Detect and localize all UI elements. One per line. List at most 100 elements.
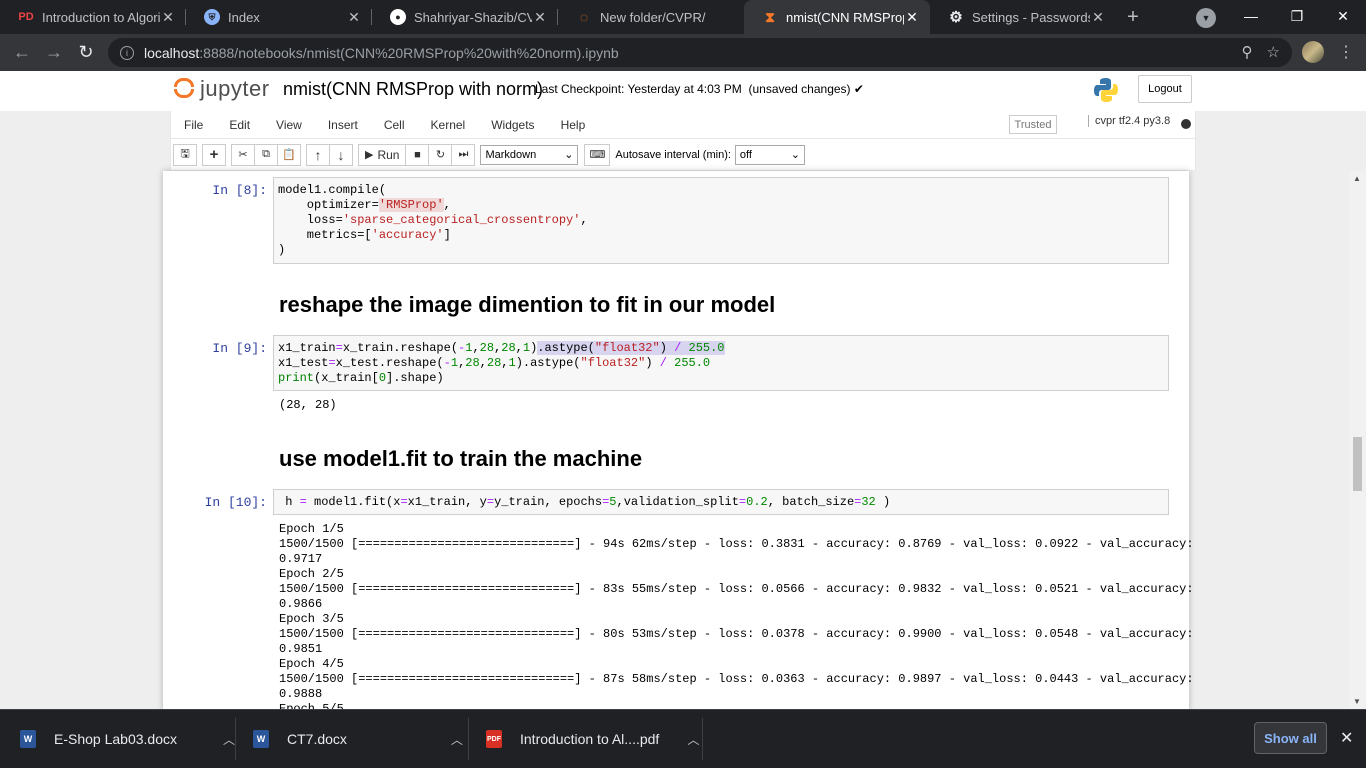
download-item[interactable]: PDF Introduction to Al....pdf ︿ <box>486 710 699 768</box>
restore-icon[interactable]: ❐ <box>1274 0 1320 32</box>
code-cell-10[interactable]: h = model1.fit(x=x1_train, y=y_train, ep… <box>273 489 1169 515</box>
download-item[interactable]: W E-Shop Lab03.docx ︿ <box>20 710 235 768</box>
scroll-up-icon[interactable]: ▲ <box>1353 174 1361 183</box>
tab-index[interactable]: ⛨ Index ✕ <box>186 0 372 34</box>
jupyter-logo[interactable]: jupyter <box>174 76 270 102</box>
chevron-up-icon[interactable]: ︿ <box>223 731 235 748</box>
markdown-heading[interactable]: use model1.fit to train the machine <box>279 446 642 472</box>
save-icon[interactable]: 🖫 <box>173 143 197 166</box>
notebook-menubar: File Edit View Insert Cell Kernel Widget… <box>170 111 1196 139</box>
close-icon[interactable]: ✕ <box>1090 9 1106 26</box>
autosave-select[interactable]: off ⌄ <box>734 144 805 165</box>
close-icon[interactable]: ✕ <box>532 9 548 26</box>
menu-widgets[interactable]: Widgets <box>478 118 547 132</box>
download-name: Introduction to Al....pdf <box>520 731 660 747</box>
trusted-indicator[interactable]: Trusted <box>1009 115 1057 134</box>
menu-help[interactable]: Help <box>548 118 599 132</box>
tab-github[interactable]: ● Shahriyar-Shazib/CVPR ✕ <box>372 0 558 34</box>
input-prompt: In [9]: <box>212 341 267 356</box>
minimize-icon[interactable]: — <box>1228 0 1274 32</box>
notebook-name[interactable]: nmist(CNN RMSProp with norm) <box>283 79 543 100</box>
jupyter-header: jupyter nmist(CNN RMSProp with norm) Las… <box>0 71 1366 111</box>
url-bar[interactable]: i localhost:8888/notebooks/nmist(CNN%20R… <box>108 38 1292 67</box>
hourglass-icon: ⧗ <box>765 8 775 25</box>
cell-type-select[interactable]: Markdown ⌄ <box>480 144 579 165</box>
github-icon: ● <box>390 9 406 25</box>
profile-avatar[interactable] <box>1302 41 1324 63</box>
copy-icon[interactable]: ⧉ <box>254 143 278 166</box>
download-name: E-Shop Lab03.docx <box>54 731 177 747</box>
run-label: Run <box>377 147 400 162</box>
tab-settings-passwords[interactable]: ⚙ Settings - Passwords ✕ <box>930 0 1116 34</box>
tab-search-icon[interactable]: ▼ <box>1196 8 1216 28</box>
menu-cell[interactable]: Cell <box>371 118 418 132</box>
notebook-container: In [8]: model1.compile( optimizer='RMSPr… <box>163 171 1194 709</box>
more-menu-icon[interactable]: ⋮ <box>1338 42 1354 62</box>
run-button[interactable]: ▶ Run <box>358 143 407 166</box>
kernel-name[interactable]: cvpr tf2.4 py3.8 <box>1088 115 1170 127</box>
python-logo-icon <box>1094 78 1118 102</box>
show-all-button[interactable]: Show all <box>1254 722 1327 754</box>
menu-insert[interactable]: Insert <box>315 118 371 132</box>
chevron-down-icon: ⌄ <box>790 149 800 161</box>
restart-icon[interactable]: ↻ <box>428 143 453 166</box>
scrollbar-thumb[interactable] <box>1353 437 1362 491</box>
forward-icon[interactable]: → <box>38 37 70 69</box>
url-path: :8888/notebooks/nmist(CNN%20RMSProp%20wi… <box>199 44 619 61</box>
downloads-bar: W E-Shop Lab03.docx ︿ W CT7.docx ︿ PDF I… <box>0 709 1366 768</box>
code-cell-8[interactable]: model1.compile( optimizer='RMSProp', los… <box>273 177 1169 264</box>
fast-forward-icon[interactable]: ⏭ <box>451 143 476 166</box>
close-icon[interactable]: ✕ <box>160 9 176 26</box>
paste-icon[interactable]: 📋 <box>277 143 301 166</box>
new-tab-button[interactable]: + <box>1116 0 1150 34</box>
autosave-value: off <box>739 148 752 161</box>
chevron-up-icon[interactable]: ︿ <box>687 731 699 748</box>
chevron-up-icon[interactable]: ︿ <box>451 731 463 748</box>
tab-nmist-notebook[interactable]: ⧗ nmist(CNN RMSProp w ✕ <box>744 0 930 34</box>
page-scrollbar[interactable]: ▲ ▼ <box>1349 171 1366 709</box>
jupyter-logo-icon <box>174 76 194 102</box>
close-icon[interactable]: ✕ <box>346 9 362 26</box>
close-icon[interactable]: ✕ <box>1340 728 1353 748</box>
menu-view[interactable]: View <box>263 118 315 132</box>
reload-icon[interactable]: ↻ <box>70 37 102 69</box>
checkpoint-status: Last Checkpoint: Yesterday at 4:03 PM (u… <box>535 82 864 96</box>
logout-button[interactable]: Logout <box>1138 75 1192 103</box>
scroll-down-icon[interactable]: ▼ <box>1353 697 1361 706</box>
markdown-heading[interactable]: reshape the image dimention to fit in ou… <box>279 292 775 318</box>
tab-title: Settings - Passwords <box>972 9 1090 25</box>
pdf-icon: PDF <box>486 730 502 748</box>
tab-introduction-to-algorithms[interactable]: PD Introduction to Algorit ✕ <box>0 0 186 34</box>
menu-edit[interactable]: Edit <box>216 118 263 132</box>
move-down-icon[interactable]: ↓ <box>329 143 353 166</box>
cell-type-value: Markdown <box>485 148 537 161</box>
tab-title: New folder/CVPR/ <box>600 9 706 25</box>
insert-cell-icon[interactable]: + <box>202 143 226 166</box>
cut-icon[interactable]: ✂ <box>231 143 255 166</box>
checkpoint-text: Last Checkpoint: Yesterday at 4:03 PM <box>535 82 742 96</box>
close-icon[interactable]: ✕ <box>904 9 920 26</box>
cell-output: Epoch 1/5 1500/1500 [===================… <box>279 522 1194 709</box>
input-prompt: In [8]: <box>212 183 267 198</box>
bookmark-star-icon[interactable]: ☆ <box>1267 43 1280 61</box>
close-window-icon[interactable]: ✕ <box>1320 0 1366 32</box>
zoom-icon[interactable]: ⚲ <box>1242 43 1253 61</box>
menu-kernel[interactable]: Kernel <box>418 118 479 132</box>
word-icon: W <box>253 730 269 748</box>
stop-icon[interactable]: ■ <box>405 143 430 166</box>
tab-title: Introduction to Algorit <box>42 9 160 25</box>
kernel-busy-icon <box>1181 119 1191 129</box>
menu-file[interactable]: File <box>171 118 216 132</box>
code-cell-9[interactable]: x1_train=x_train.reshape(-1,28,28,1).ast… <box>273 335 1169 391</box>
play-icon: ▶ <box>365 149 374 161</box>
tab-new-folder[interactable]: ◌ New folder/CVPR/ <box>558 0 744 34</box>
chevron-down-icon: ⌄ <box>564 149 574 161</box>
keyboard-icon[interactable]: ⌨ <box>584 143 611 166</box>
back-icon[interactable]: ← <box>6 37 38 69</box>
download-item[interactable]: W CT7.docx ︿ <box>253 710 463 768</box>
move-up-icon[interactable]: ↑ <box>306 143 330 166</box>
info-icon[interactable]: i <box>120 45 134 60</box>
jupyter-icon: ◌ <box>579 9 589 25</box>
notebook-toolbar: 🖫 + ✂ ⧉ 📋 ↑ ↓ ▶ Run ■ ↻ ⏭ Markdown ⌄ ⌨ Aut… <box>170 139 1196 171</box>
gear-icon: ⚙ <box>949 9 963 26</box>
